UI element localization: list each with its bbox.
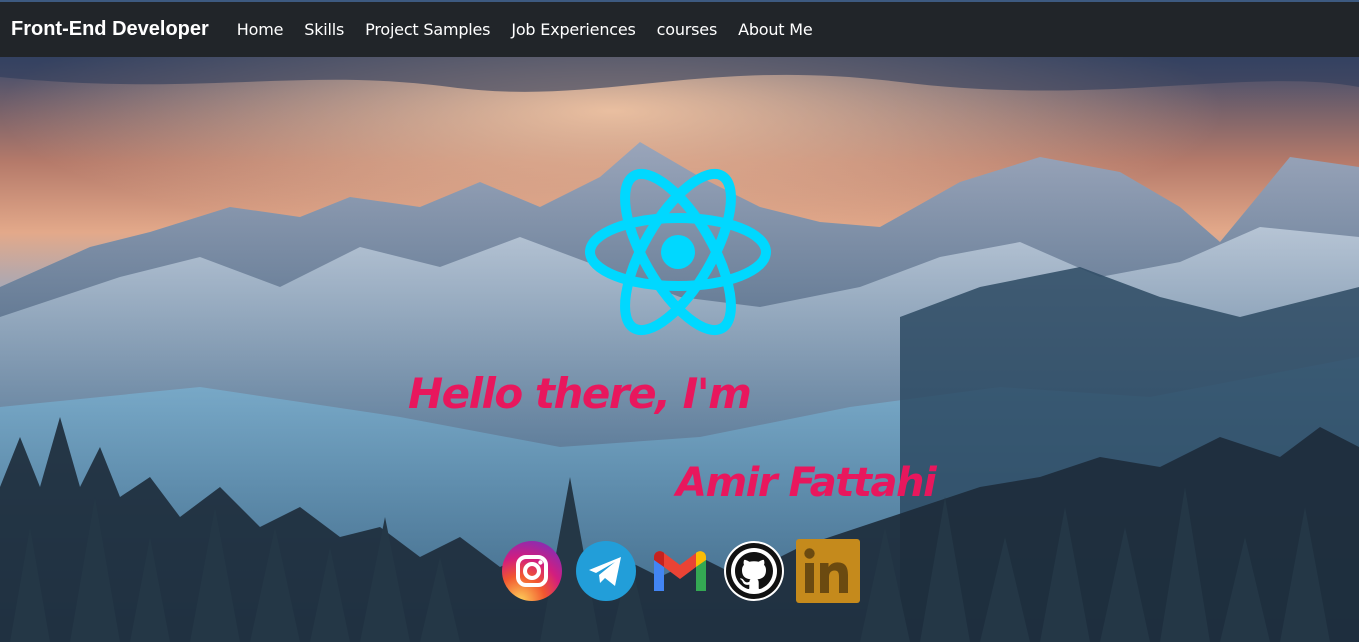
nav-links: Home Skills Project Samples Job Experien…	[226, 20, 823, 39]
social-links	[500, 539, 860, 603]
telegram-icon[interactable]	[574, 539, 638, 603]
nav-link-courses[interactable]: courses	[657, 20, 718, 39]
gmail-icon[interactable]	[648, 539, 712, 603]
name-text: Amir Fattahi	[676, 460, 937, 506]
react-atom-icon	[585, 168, 771, 336]
brand-link[interactable]: Front-End Developer	[11, 18, 209, 41]
nav-link-about-me[interactable]: About Me	[738, 20, 813, 39]
linkedin-icon[interactable]	[796, 539, 860, 603]
greeting-text: Hello there, I'm	[408, 369, 752, 418]
github-icon[interactable]	[722, 539, 786, 603]
instagram-icon[interactable]	[500, 539, 564, 603]
nav-link-project-samples[interactable]: Project Samples	[365, 20, 490, 39]
navbar: Front-End Developer Home Skills Project …	[0, 0, 1359, 57]
nav-link-skills[interactable]: Skills	[304, 20, 344, 39]
nav-link-job-experiences[interactable]: Job Experiences	[511, 20, 636, 39]
hero-section: Hello there, I'm Amir Fattahi	[0, 57, 1359, 642]
nav-link-home[interactable]: Home	[237, 20, 284, 39]
